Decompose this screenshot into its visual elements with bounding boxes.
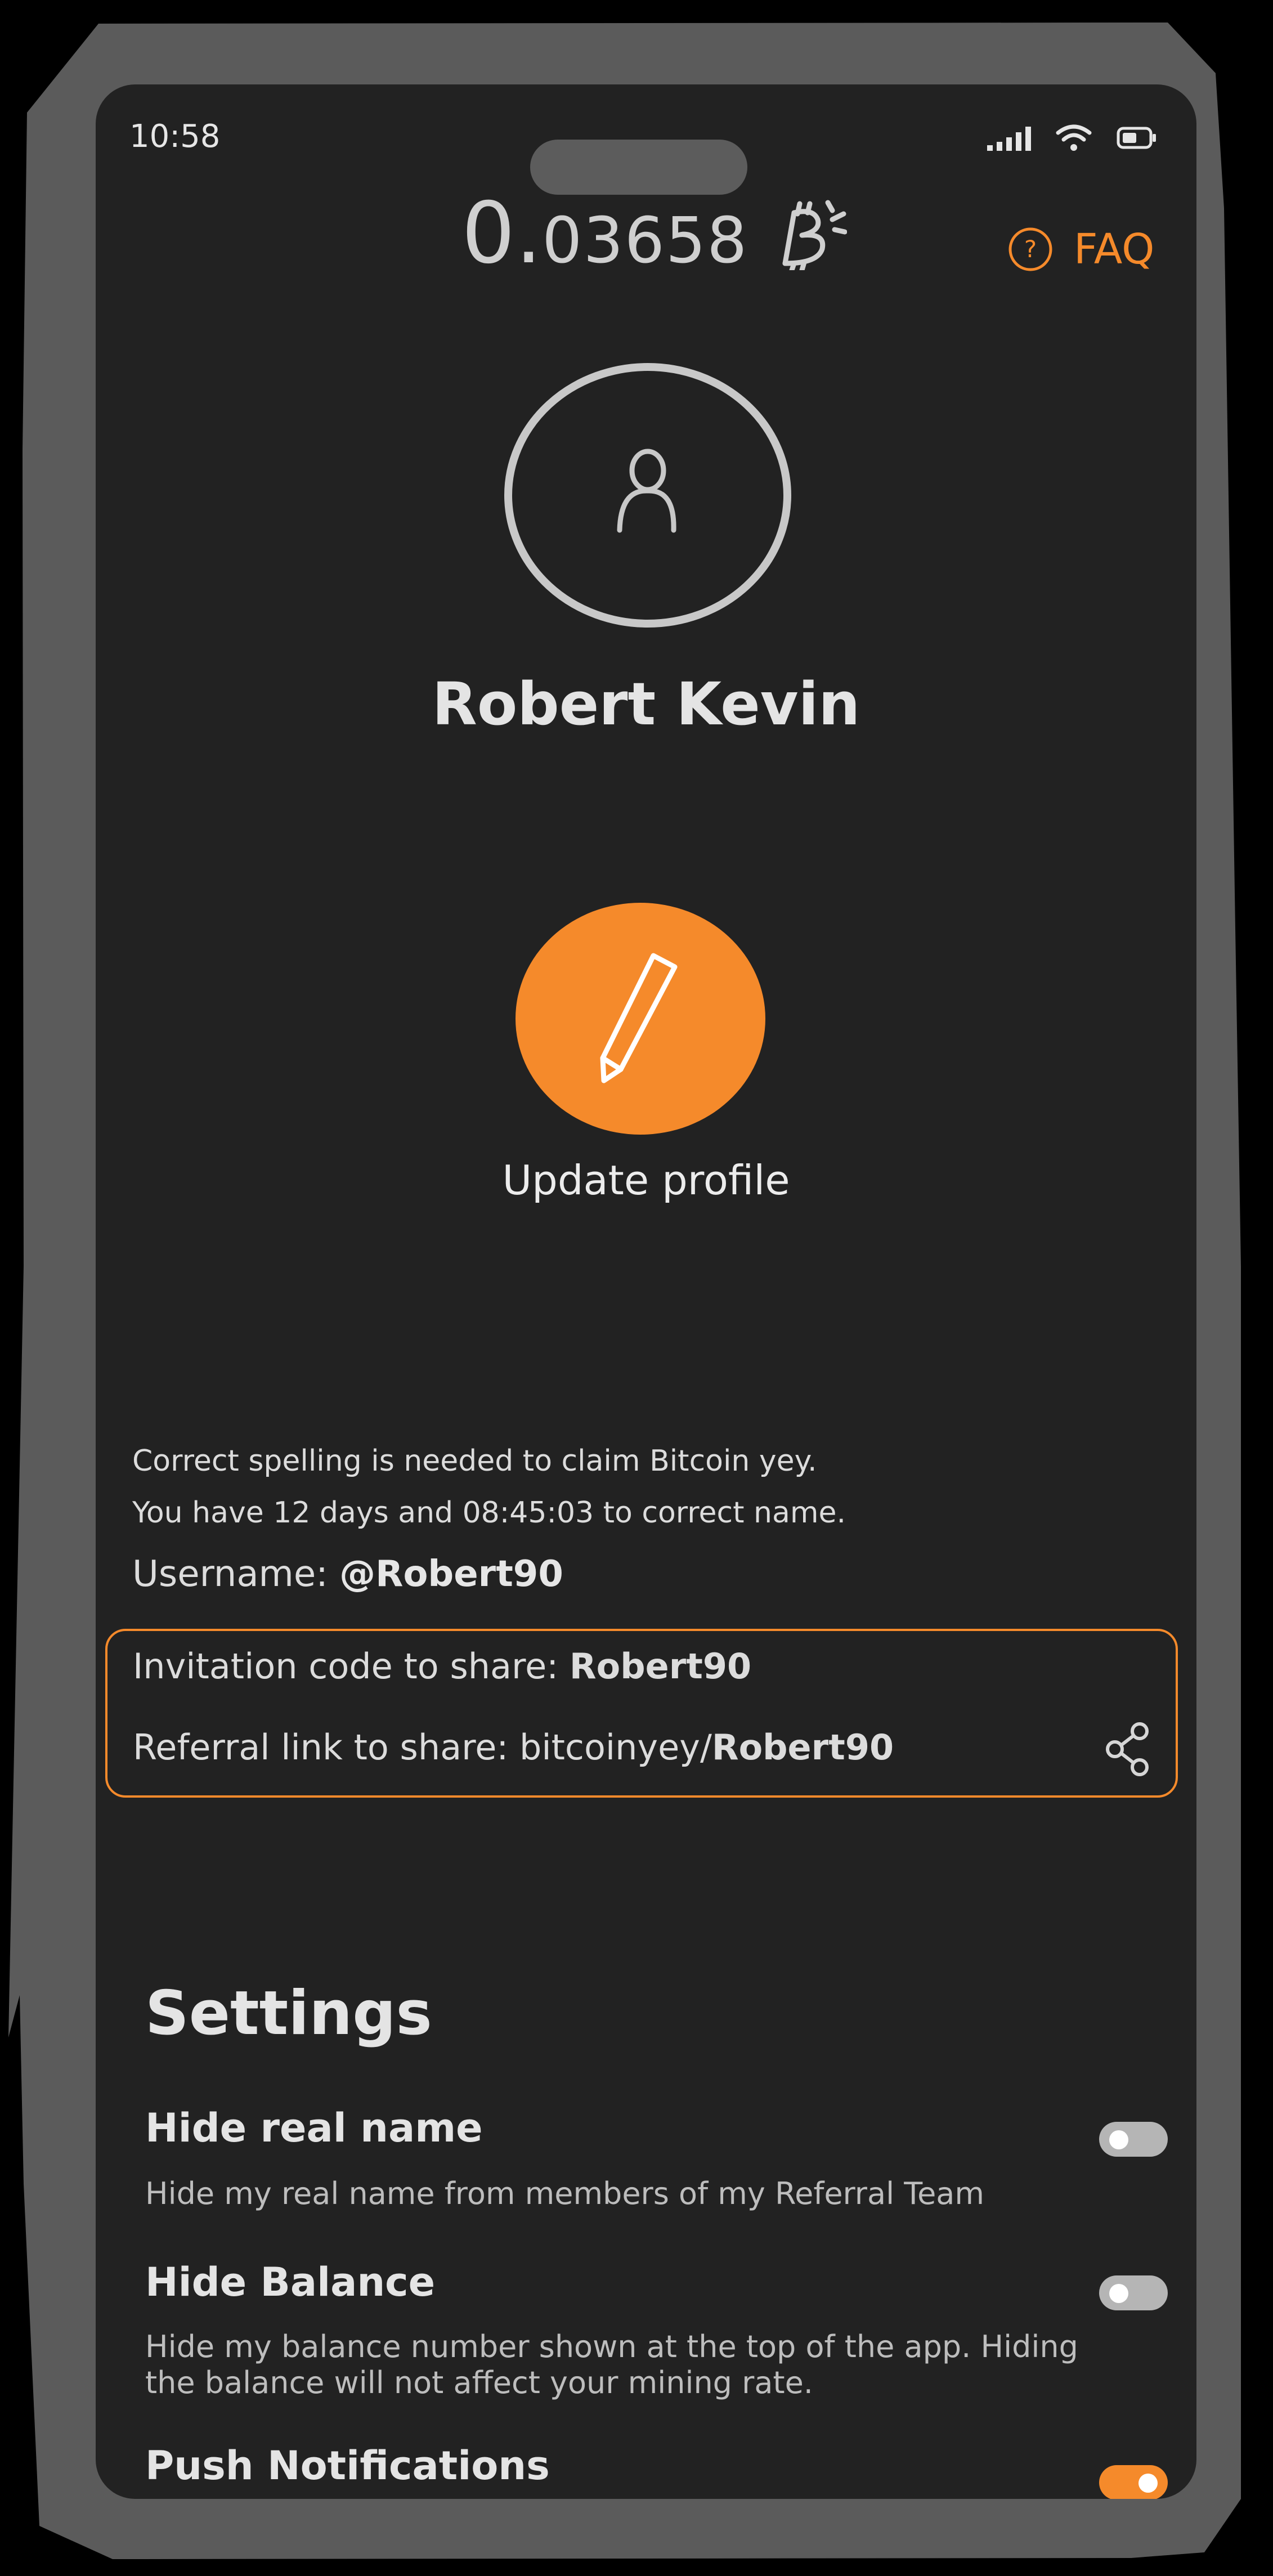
invitation-code-row[interactable]: Invitation code to share: Robert90 <box>133 1646 751 1687</box>
referral-box: Invitation code to share: Robert90 Refer… <box>105 1629 1178 1798</box>
referral-link-label: Referral link to share: bitcoinyey/ <box>133 1727 712 1768</box>
user-icon <box>504 363 791 628</box>
setting-hide-real-name-description: Hide my real name from members of my Ref… <box>145 2176 984 2211</box>
notice-line-1: Correct spelling is needed to claim Bitc… <box>132 1444 817 1478</box>
toggle-knob <box>1138 2474 1158 2493</box>
push-notifications-toggle[interactable] <box>1099 2465 1168 2499</box>
settings-title: Settings <box>145 1978 432 2049</box>
name-correction-notice: Correct spelling is needed to claim Bitc… <box>132 1435 846 1539</box>
referral-link-row[interactable]: Referral link to share: bitcoinyey/Rober… <box>133 1727 894 1768</box>
setting-hide-real-name-title: Hide real name <box>145 2105 483 2151</box>
bitcoin-icon <box>782 200 848 270</box>
battery-icon <box>1117 127 1156 149</box>
balance-integer: 0. <box>461 185 543 283</box>
profile-name: Robert Kevin <box>432 670 860 738</box>
avatar[interactable] <box>503 360 793 633</box>
invitation-code-label: Invitation code to share: <box>133 1646 570 1687</box>
hide-balance-toggle[interactable] <box>1099 2275 1168 2310</box>
svg-text:?: ? <box>1024 235 1037 263</box>
referral-link-value: Robert90 <box>711 1727 894 1768</box>
share-icon[interactable] <box>1102 1721 1153 1777</box>
username-value: @Robert90 <box>339 1553 563 1595</box>
toggle-knob <box>1109 2130 1128 2149</box>
camera-notch <box>530 140 747 195</box>
wifi-icon <box>1056 124 1092 151</box>
question-circle-icon: ? <box>1008 227 1052 271</box>
update-profile-label[interactable]: Update profile <box>96 1157 1196 1204</box>
status-time: 10:58 <box>129 118 221 155</box>
pencil-icon <box>516 903 765 1135</box>
username-label: Username: <box>132 1553 340 1595</box>
update-profile-button[interactable] <box>514 901 767 1139</box>
setting-hide-balance-description: Hide my balance number shown at the top … <box>145 2329 1078 2400</box>
notice-line-2: You have 12 days and 08:45:03 to correct… <box>132 1496 846 1530</box>
faq-label: FAQ <box>1074 225 1155 274</box>
setting-push-notifications-title: Push Notifications <box>145 2443 550 2489</box>
invitation-code-value: Robert90 <box>569 1646 752 1687</box>
balance-decimal: 03658 <box>542 204 748 277</box>
app-screen: 10:58 0. 03658 ? FAQ Robert Kevin Update… <box>96 84 1196 2499</box>
setting-hide-balance-title: Hide Balance <box>145 2259 436 2305</box>
username-row: Username: @Robert90 <box>132 1553 563 1595</box>
faq-link[interactable]: ? FAQ <box>1007 225 1154 274</box>
signal-icon <box>987 127 1031 151</box>
balance-display: 0. 03658 <box>461 185 848 283</box>
toggle-knob <box>1109 2284 1128 2303</box>
status-icons <box>987 124 1157 152</box>
hide-real-name-toggle[interactable] <box>1099 2122 1168 2157</box>
